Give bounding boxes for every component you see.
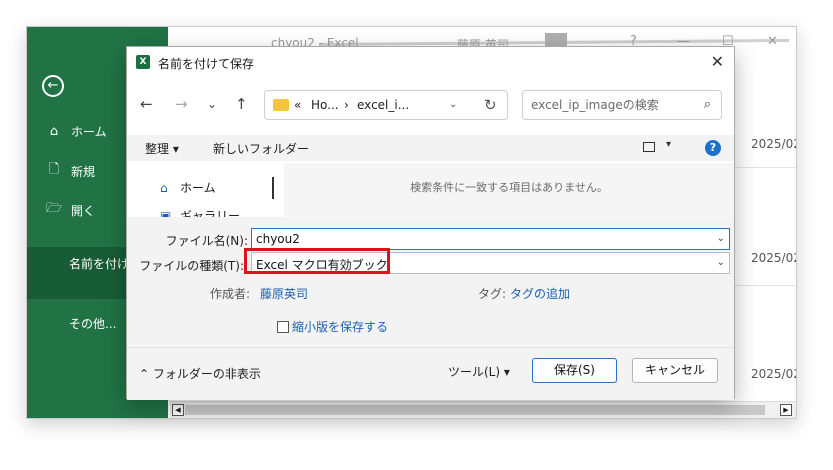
chevron-down-icon[interactable]: ⌄ <box>717 257 725 268</box>
filename-input[interactable] <box>256 232 696 246</box>
nav-item-label: ギャラリー <box>180 209 241 217</box>
save-form: ファイル名(N): ⌄ ファイルの種類(T): Excel マクロ有効ブック ⌄… <box>127 217 734 347</box>
breadcrumb-separator: › <box>344 98 349 112</box>
file-date: 2025/02 <box>751 367 797 381</box>
gallery-icon: ▣ <box>160 208 172 218</box>
dialog-titlebar: X 名前を付けて保存 ✕ <box>127 47 734 77</box>
up-icon[interactable]: ↑ <box>235 95 248 113</box>
author-label: 作成者: <box>210 287 251 301</box>
command-bar: 整理 ▾ 新しいフォルダー ▾ ? <box>127 135 734 161</box>
search-box[interactable]: ⌕ <box>522 90 722 120</box>
nav-item-home[interactable]: ⌂ ホーム <box>160 179 216 196</box>
sidebar-item-label: 新規 <box>71 164 96 179</box>
scroll-right-icon[interactable]: ▶ <box>780 404 792 416</box>
hide-folders-toggle[interactable]: ⌃ フォルダーの非表示 <box>139 365 261 382</box>
new-folder-button[interactable]: 新しいフォルダー <box>213 140 309 157</box>
search-icon[interactable]: ⌕ <box>704 97 711 112</box>
filename-label: ファイル名(N): <box>165 234 248 248</box>
help-icon[interactable]: ? <box>705 140 721 156</box>
sidebar-item-other[interactable]: その他... <box>69 313 116 333</box>
nav-item-gallery[interactable]: ▣ ギャラリー <box>160 207 241 218</box>
folder-icon <box>273 99 289 111</box>
refresh-icon[interactable]: ↻ <box>484 96 497 114</box>
breadcrumb-folder[interactable]: excel_i... <box>357 98 409 112</box>
close-icon[interactable]: ✕ <box>711 52 724 71</box>
save-button[interactable]: 保存(S) <box>532 358 617 383</box>
dialog-footer: ⌃ フォルダーの非表示 ツール(L) ▾ 保存(S) キャンセル <box>127 347 734 400</box>
navigation-pane: ⌂ ホーム ▣ ギャラリー <box>127 163 282 217</box>
breadcrumb-home[interactable]: Ho... <box>311 98 339 112</box>
cancel-button[interactable]: キャンセル <box>632 358 718 383</box>
chevron-down-icon[interactable]: ⌄ <box>449 99 457 110</box>
filetype-label: ファイルの種類(T): <box>139 259 244 273</box>
file-date: 2025/02 <box>751 251 797 265</box>
view-dropdown-icon[interactable]: ▾ <box>666 139 671 150</box>
save-as-dialog: X 名前を付けて保存 ✕ ← → ⌄ ↑ « Ho... › excel_i..… <box>126 46 735 400</box>
sidebar-item-home[interactable]: ⌂ ホーム <box>45 121 107 141</box>
chevron-down-icon[interactable]: ⌄ <box>717 233 725 244</box>
empty-message: 検索条件に一致する項目はありません。 <box>410 181 608 194</box>
back-icon[interactable]: ← <box>140 95 153 113</box>
horizontal-scrollbar[interactable]: ◀ ▶ <box>170 401 796 418</box>
recent-locations-icon[interactable]: ⌄ <box>207 97 217 111</box>
nav-item-label: ホーム <box>180 181 216 195</box>
filename-field[interactable]: ⌄ <box>251 228 730 250</box>
home-icon: ⌂ <box>49 123 59 139</box>
filetype-highlight-box <box>244 248 390 274</box>
home-icon: ⌂ <box>160 180 168 195</box>
sidebar-item-open[interactable]: 🗁 開く <box>45 200 95 220</box>
scroll-thumb[interactable] <box>185 405 765 415</box>
sidebar-item-label: ホーム <box>71 124 107 139</box>
forward-icon[interactable]: → <box>175 95 188 113</box>
tags-label: タグ: <box>478 287 507 301</box>
organize-menu[interactable]: 整理 ▾ <box>145 140 179 157</box>
sidebar-item-new[interactable]: 🗋 新規 <box>45 161 95 181</box>
file-date: 2025/02 <box>751 137 797 151</box>
pane-splitter[interactable] <box>272 177 274 199</box>
search-input[interactable] <box>531 98 691 112</box>
back-arrow-icon[interactable]: ← <box>42 75 64 97</box>
folder-open-icon: 🗁 <box>45 201 63 216</box>
close-icon[interactable]: ✕ <box>767 34 778 49</box>
tools-menu[interactable]: ツール(L) ▾ <box>448 363 510 380</box>
view-icon[interactable] <box>643 142 655 152</box>
save-thumbnail-label[interactable]: 縮小版を保存する <box>292 318 388 335</box>
sidebar-item-label: その他... <box>69 316 117 331</box>
sidebar-item-label: 開く <box>71 203 96 218</box>
excel-icon: X <box>136 55 150 69</box>
author-value[interactable]: 藤原英司 <box>260 285 308 302</box>
new-document-icon: 🗋 <box>48 162 60 177</box>
tags-input[interactable]: タグの追加 <box>510 285 570 302</box>
breadcrumb-overflow[interactable]: « <box>294 98 301 112</box>
file-list[interactable]: 検索条件に一致する項目はありません。 <box>284 163 734 217</box>
scroll-left-icon[interactable]: ◀ <box>172 404 184 416</box>
navigation-bar: ← → ⌄ ↑ « Ho... › excel_i... ⌄ ↻ ⌕ <box>127 85 734 125</box>
address-bar[interactable]: « Ho... › excel_i... ⌄ ↻ <box>264 90 508 120</box>
save-thumbnail-checkbox[interactable] <box>277 321 289 333</box>
dialog-title: 名前を付けて保存 <box>158 57 255 71</box>
